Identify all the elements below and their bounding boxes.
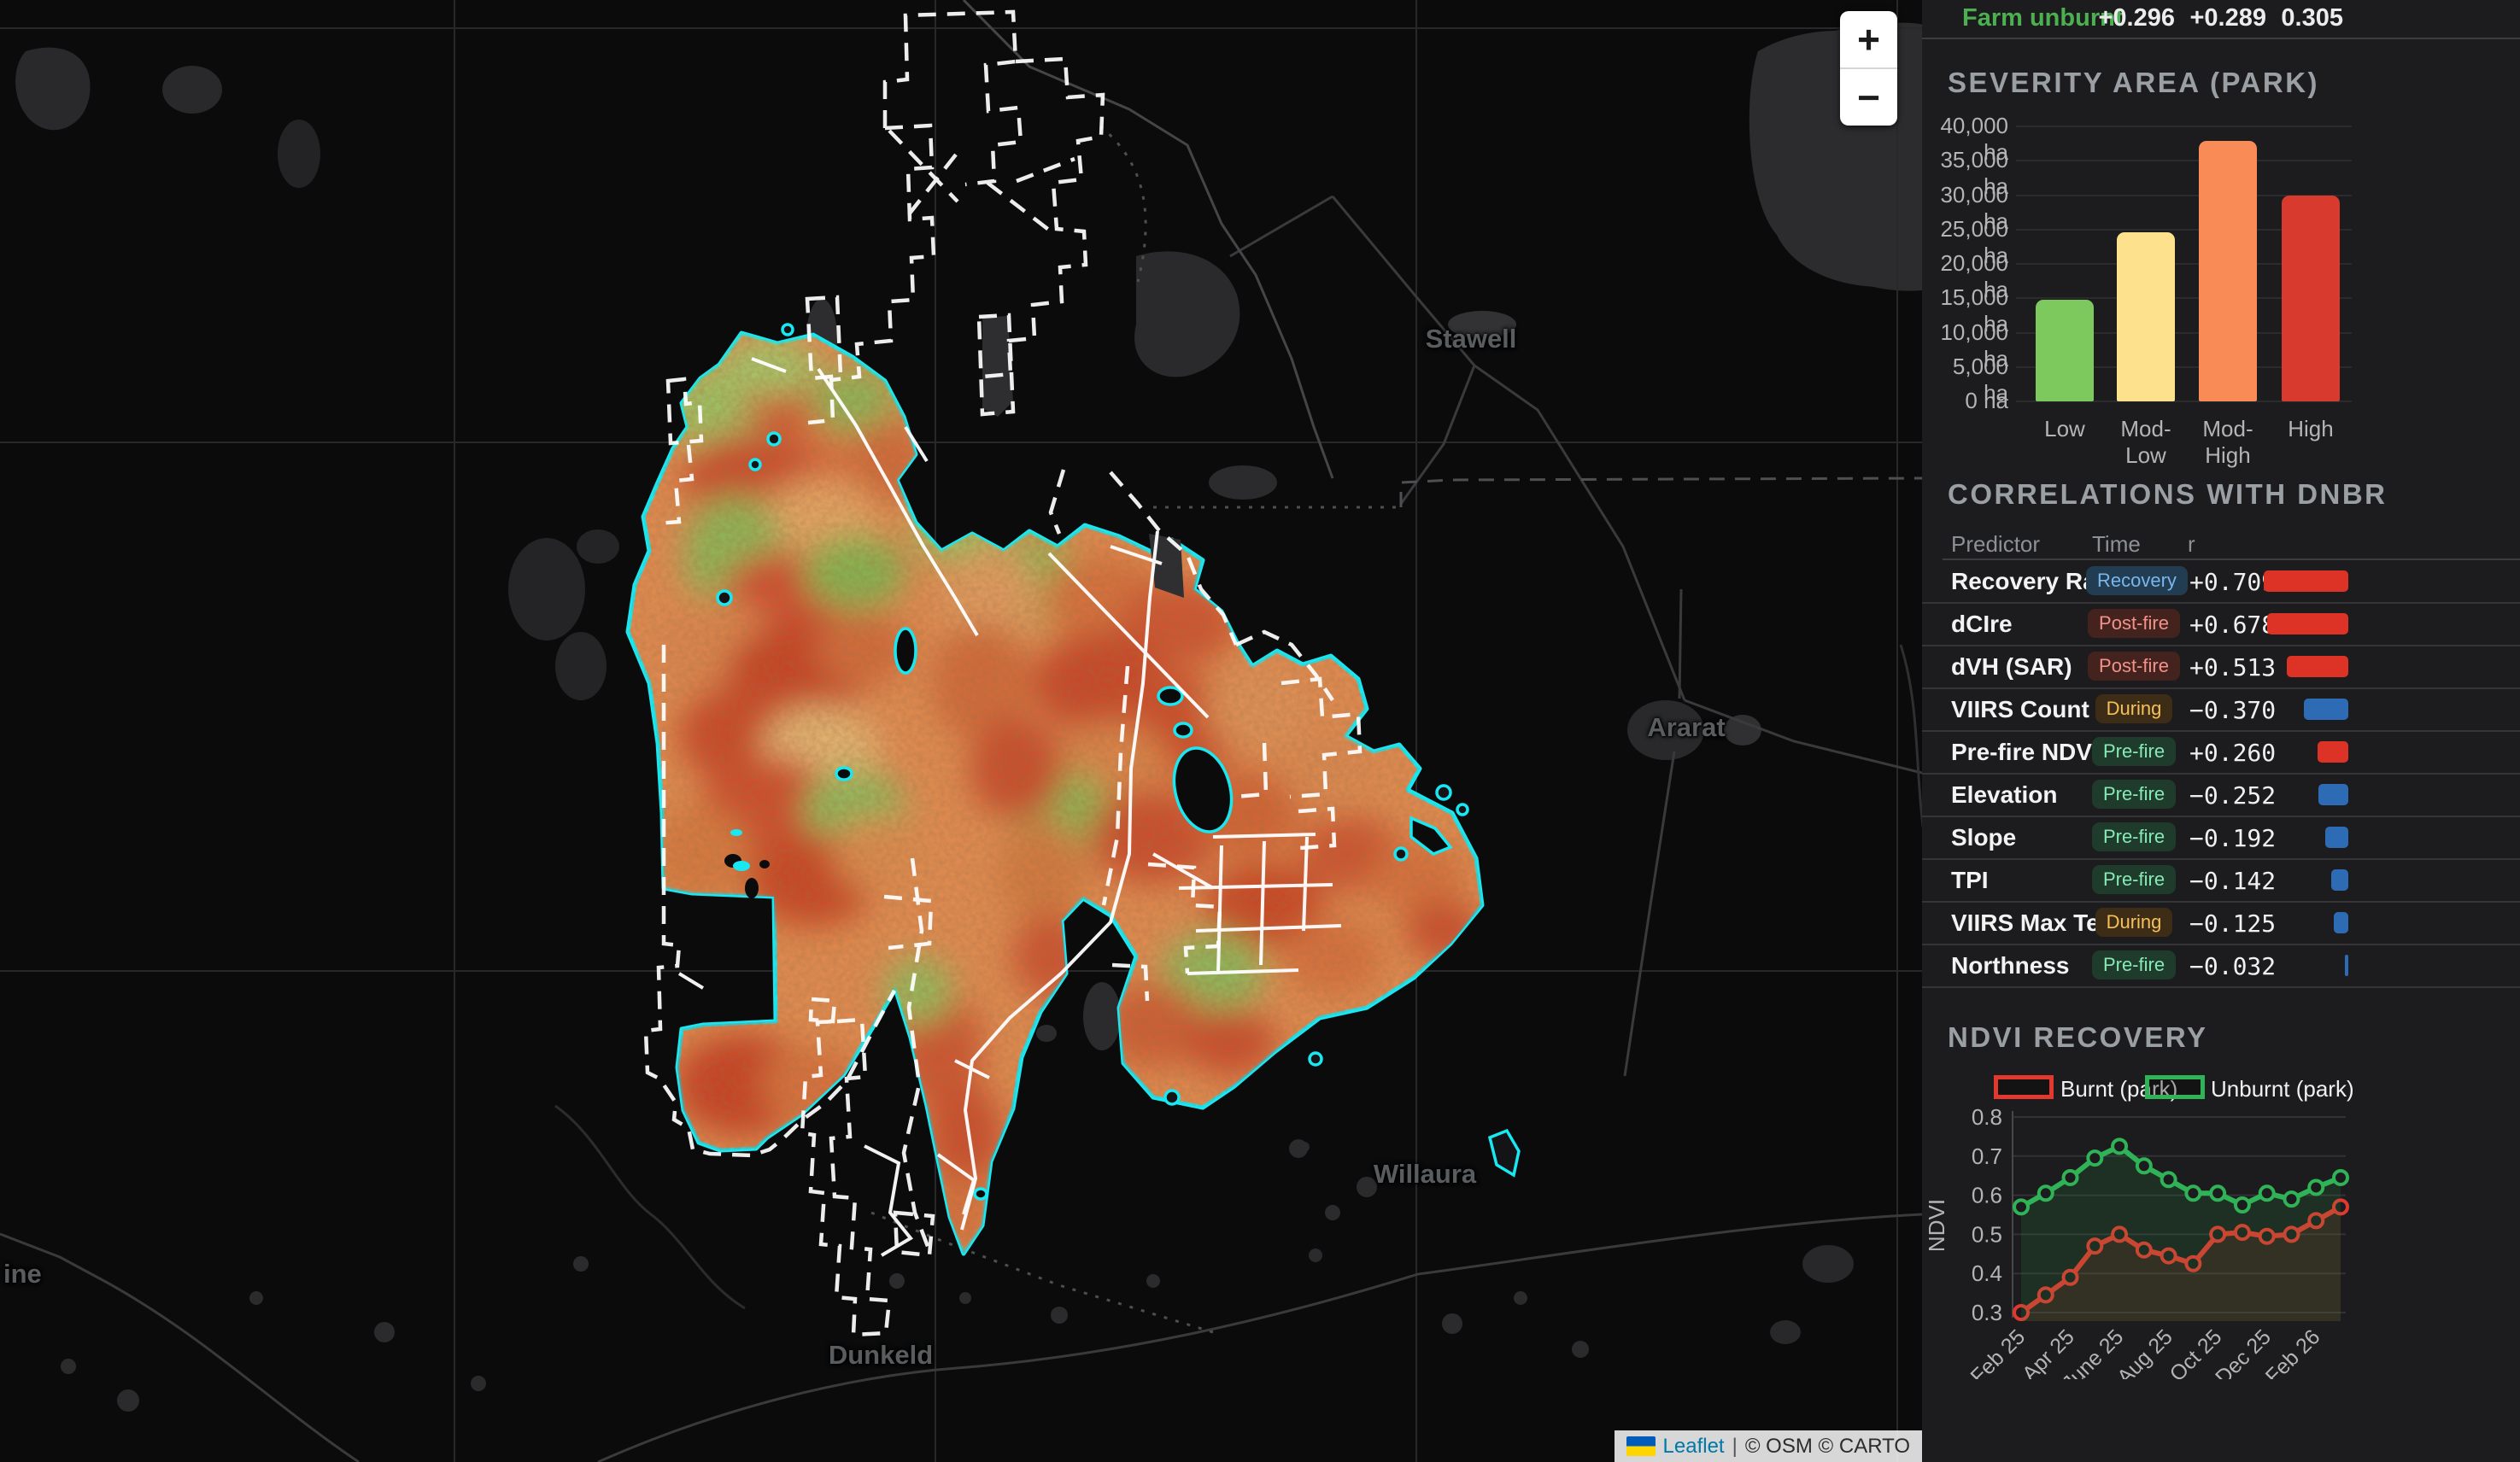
severity-bar-mod-low [2117,232,2175,401]
predictor-label: TPI [1951,867,1989,894]
r-bar [2264,570,2348,592]
predictor-label: dVH (SAR) [1951,653,2072,681]
correlations-section-title: CORRELATIONS WITH DNBR [1948,478,2388,511]
severity-xtick: Mod-High [2187,416,2269,469]
severity-ytick: 40,000 ha [1922,113,2008,166]
r-value: −0.125 [2189,909,2276,938]
severity-xtick: Mod-Low [2105,416,2187,469]
svg-text:Feb 26: Feb 26 [2261,1325,2325,1379]
predictor-label: Northness [1951,952,2069,980]
basemap-art [0,0,1922,1462]
svg-text:NDVI: NDVI [1924,1199,1949,1252]
severity-bar-mod-high [2199,141,2257,401]
severity-xtick: Low [2024,416,2106,442]
r-value: −0.192 [2189,824,2276,852]
farm-unburnt-row: Farm unburnt +0.296 +0.289 0.305 [1922,0,2520,39]
r-bar [2318,784,2348,805]
correlation-row: VIIRS CountDuring −0.370 [1922,687,2520,732]
r-bar [2334,912,2349,933]
time-badge: Pre-fire [2092,822,2176,851]
leaflet-attribution: Leaflet | © OSM © CARTO [1615,1430,1922,1462]
time-badge: Pre-fire [2092,865,2176,894]
severity-gridline [2016,160,2352,161]
attribution-credits: © OSM © CARTO [1745,1435,1910,1459]
correlation-row: Pre-fire NDVIPre-fire +0.260 [1922,730,2520,775]
predictor-label: Elevation [1951,781,2057,809]
svg-text:0.8: 0.8 [1972,1104,2002,1130]
r-bar [2325,827,2348,848]
map-label-ine: ine [3,1259,42,1289]
r-value: +0.678 [2189,611,2276,639]
col-time: Time [2092,531,2141,558]
unburnt-legend-swatch [2145,1075,2205,1099]
zoom-out-button[interactable]: − [1840,69,1897,126]
col-predictor: Predictor [1951,531,2040,558]
leaflet-link[interactable]: Leaflet [1663,1435,1725,1459]
r-value: −0.032 [2189,952,2276,980]
predictor-label: Pre-fire NDVI [1951,739,2099,766]
farm-unburnt-value-3: 0.305 [2281,4,2343,32]
svg-text:0.6: 0.6 [1972,1183,2002,1208]
svg-text:0.4: 0.4 [1972,1260,2002,1286]
time-badge: During [2095,908,2173,937]
r-bar [2331,869,2348,891]
ndvi-line-chart: 0.30.40.50.60.70.8NDVIFeb 25Apr 25June 2… [1922,1097,2520,1379]
correlation-row: Recovery RateRecovery+0.709 [1922,559,2520,604]
correlation-row: dCIre Post-fire +0.678 [1922,602,2520,646]
severity-section-title: SEVERITY AREA (PARK) [1948,67,2319,99]
r-value: +0.513 [2189,653,2276,681]
map-label-willaura: Willaura [1374,1159,1476,1190]
r-value: +0.709 [2189,568,2276,596]
time-badge: Pre-fire [2092,950,2176,980]
correlation-row: TPI Pre-fire −0.142 [1922,858,2520,903]
predictor-label: Slope [1951,824,2016,851]
svg-text:0.3: 0.3 [1972,1300,2002,1325]
predictor-label: VIIRS Count [1951,696,2089,723]
r-value: −0.142 [2189,867,2276,895]
map-label-dunkeld: Dunkeld [829,1340,933,1371]
map-label-ararat: Ararat [1647,712,1725,743]
farm-unburnt-value-1: +0.296 [2098,4,2175,32]
r-bar [2318,741,2348,763]
time-badge: Pre-fire [2092,780,2176,809]
leaflet-zoom-control: + − [1840,11,1897,126]
farm-unburnt-value-2: +0.289 [2189,4,2266,32]
r-bar [2287,656,2348,677]
ndvi-section-title: NDVI RECOVERY [1948,1021,2208,1054]
r-value: +0.260 [2189,739,2276,767]
time-badge: Pre-fire [2092,737,2176,766]
ukraine-flag-icon [1626,1436,1656,1456]
correlation-row: VIIRS Max TempDuring−0.125 [1922,901,2520,945]
severity-bar-low [2036,300,2094,401]
time-badge: Post-fire [2088,652,2180,681]
correlation-row: Slope Pre-fire −0.192 [1922,816,2520,860]
r-value: −0.252 [2189,781,2276,810]
stats-sidebar: Farm unburnt +0.296 +0.289 0.305 SEVERIT… [1922,0,2520,1462]
correlation-row: Elevation Pre-fire −0.252 [1922,773,2520,817]
zoom-in-button[interactable]: + [1840,11,1897,69]
time-badge: Recovery [2086,566,2188,595]
map-canvas[interactable]: Stawell Ararat Willaura Dunkeld ine + − Leaf… [0,0,1922,1462]
severity-gridline [2016,126,2352,127]
time-badge: During [2095,694,2173,723]
svg-text:0.5: 0.5 [1972,1221,2002,1247]
attribution-separator: | [1732,1435,1738,1459]
correlation-row: Northness Pre-fire −0.032 [1922,944,2520,988]
severity-xtick: High [2270,416,2352,442]
severity-bar-high [2282,196,2340,401]
burnt-legend-swatch [1994,1075,2054,1099]
predictor-label: dCIre [1951,611,2013,638]
r-bar [2267,613,2348,635]
r-value: −0.370 [2189,696,2276,724]
svg-text:0.7: 0.7 [1972,1143,2002,1169]
r-bar [2304,699,2348,720]
r-bar [2345,955,2348,976]
time-badge: Post-fire [2088,609,2180,638]
correlation-row: dVH (SAR) Post-fire +0.513 [1922,645,2520,689]
map-label-stawell: Stawell [1426,324,1517,354]
col-r: r [2188,531,2195,558]
